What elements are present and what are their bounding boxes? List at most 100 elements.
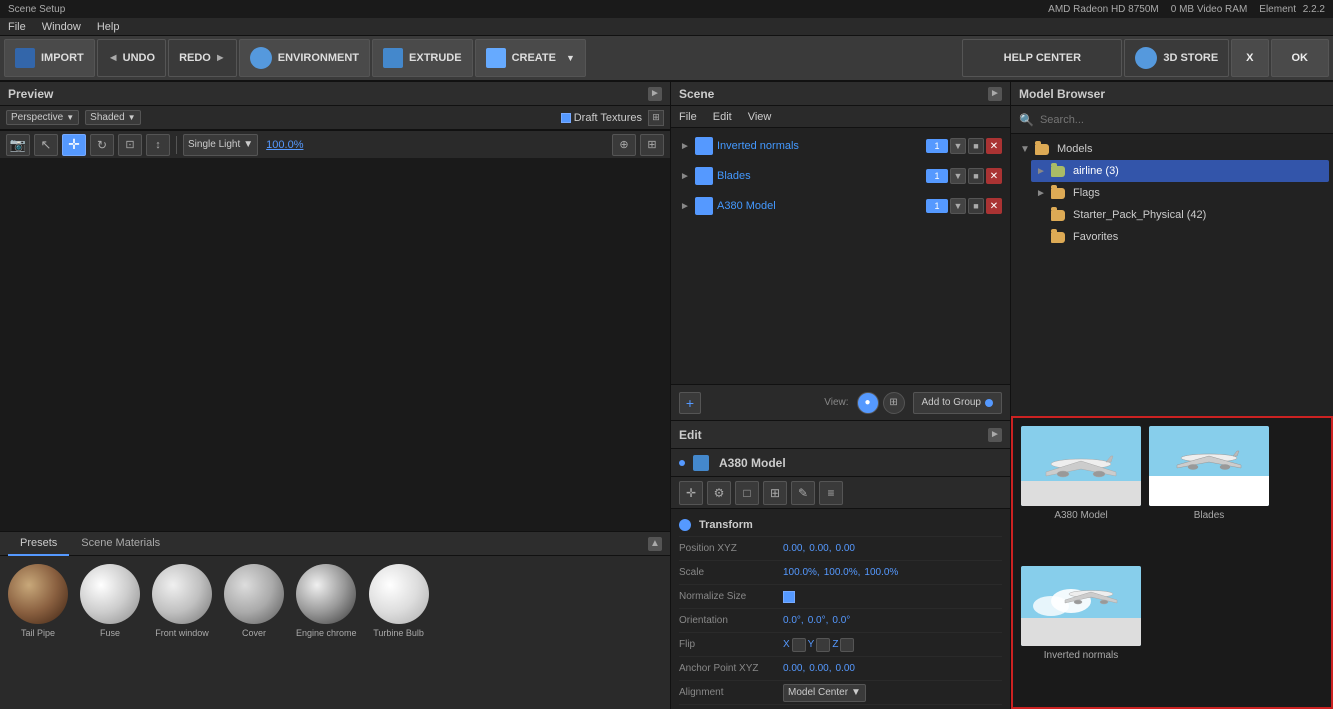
transform-position-y[interactable]: 0.00, [809,543,831,554]
scene-item-a380model[interactable]: ► A380 Model 1 ▼ ■ ✕ [675,192,1006,220]
environment-button[interactable]: ENVIRONMENT [239,39,370,77]
light-dropdown[interactable]: Single Light ▼ [183,134,258,156]
thumbnail-blades[interactable]: Blades [1149,426,1269,559]
transform-orientation-z[interactable]: 0.0° [832,615,850,626]
menu-help[interactable]: Help [97,21,120,33]
scene-item-icon-a380 [695,197,713,215]
transform-move-button[interactable]: ✛ [679,481,703,505]
transform-scale-x[interactable]: 100.0%, [783,567,820,578]
material-item-tailpipe[interactable]: Tail Pipe [8,564,68,638]
transform-scale-y[interactable]: 100.0%, [824,567,861,578]
transform2-button[interactable]: ↕ [146,134,170,156]
scene-item-blades[interactable]: ► Blades 1 ▼ ■ ✕ [675,162,1006,190]
viewport-maximize-button[interactable]: ⊞ [648,110,664,126]
transform-anchor-x[interactable]: 0.00, [783,663,805,674]
tree-item-models[interactable]: ▼ Models [1015,138,1329,160]
transform-orientation-x[interactable]: 0.0°, [783,615,804,626]
scene-view-circle-button[interactable]: ● [857,392,879,414]
scene-item-remove-a380[interactable]: ✕ [986,198,1002,214]
material-item-enginechrome[interactable]: Engine chrome [296,564,357,638]
transform-group-button[interactable]: ⊞ [763,481,787,505]
flip-z-btn[interactable] [840,638,854,652]
transform-edit-button[interactable]: ✎ [791,481,815,505]
thumbnail-invertednormals[interactable]: Inverted normals [1021,566,1141,699]
undo-button[interactable]: ◄ UNDO [97,39,166,77]
scene-menu-view[interactable]: View [748,111,772,123]
x-button[interactable]: X [1231,39,1268,77]
extrude-button[interactable]: EXTRUDE [372,39,473,77]
menu-window[interactable]: Window [42,21,81,33]
move-button[interactable]: ✛ [62,134,86,156]
scene-item-remove-blades[interactable]: ✕ [986,168,1002,184]
material-item-cover[interactable]: Cover [224,564,284,638]
layout-button[interactable]: ⊞ [640,134,664,156]
material-item-fuse[interactable]: Fuse [80,564,140,638]
transform-settings-button[interactable]: ≡ [819,481,843,505]
add-to-group-button[interactable]: Add to Group [913,392,1002,414]
tree-item-favorites[interactable]: Favorites [1031,226,1329,248]
flip-x-btn[interactable] [792,638,806,652]
menu-file[interactable]: File [8,21,26,33]
zoom-level[interactable]: 100.0% [266,139,303,151]
search-input[interactable] [1040,114,1325,126]
material-item-frontwindow[interactable]: Front window [152,564,212,638]
scene-menu-edit[interactable]: Edit [713,111,732,123]
transform-position-z[interactable]: 0.00 [836,543,855,554]
redo-button[interactable]: REDO ► [168,39,237,77]
import-button[interactable]: IMPORT [4,39,95,77]
scale-button[interactable]: ⊡ [118,134,142,156]
perspective-dropdown[interactable]: Perspective ▼ [6,110,79,125]
camera-button[interactable]: 📷 [6,134,30,156]
scene-menu-file[interactable]: File [679,111,697,123]
extrude-icon [383,48,403,68]
tree-expand-flags[interactable]: ► [1035,187,1047,199]
scene-item-expand-blades[interactable]: ► [679,170,691,182]
transform-anchor-y[interactable]: 0.00, [809,663,831,674]
material-label-tailpipe: Tail Pipe [21,628,55,638]
transform-box-button[interactable]: □ [735,481,759,505]
scene-materials-tab[interactable]: Scene Materials [69,532,172,556]
scene-item-down-invertednormals[interactable]: ▼ [950,138,966,154]
presets-collapse-button[interactable]: ▲ [648,537,662,551]
presets-tab[interactable]: Presets [8,532,69,556]
transform-scale-z[interactable]: 100.0% [864,567,898,578]
create-button[interactable]: CREATE ▼ [475,39,586,77]
ok-button[interactable]: OK [1271,39,1330,77]
material-item-turbinebulb[interactable]: Turbine Bulb [369,564,429,638]
transform-position-x[interactable]: 0.00, [783,543,805,554]
flip-y-btn[interactable] [816,638,830,652]
scene-item-hide-blades[interactable]: ■ [968,168,984,184]
3dstore-button[interactable]: 3D STORE [1124,39,1229,77]
tree-item-airline[interactable]: ► airline (3) [1031,160,1329,182]
scene-item-remove-invertednormals[interactable]: ✕ [986,138,1002,154]
scene-item-hide-a380[interactable]: ■ [968,198,984,214]
tree-expand-airline[interactable]: ► [1035,165,1047,177]
scene-collapse-button[interactable]: ► [988,87,1002,101]
scene-add-button[interactable]: + [679,392,701,414]
rotate-button[interactable]: ↻ [90,134,114,156]
scene-item-hide-invertednormals[interactable]: ■ [968,138,984,154]
scene-item-expand-invertednormals[interactable]: ► [679,140,691,152]
help-center-button[interactable]: HELP CENTER [962,39,1122,77]
preview-collapse-button[interactable]: ► [648,87,662,101]
draft-textures-checkbox[interactable] [561,113,571,123]
scene-item-expand-a380[interactable]: ► [679,200,691,212]
scene-item-invertednormals[interactable]: ► Inverted normals 1 ▼ ■ ✕ [675,132,1006,160]
transform-gear-button[interactable]: ⚙ [707,481,731,505]
edit-collapse-button[interactable]: ► [988,428,1002,442]
tree-expand-models[interactable]: ▼ [1019,143,1031,155]
transform-orientation-y[interactable]: 0.0°, [808,615,829,626]
tree-item-flags[interactable]: ► Flags [1031,182,1329,204]
tree-folder-icon-models [1035,144,1049,155]
scene-view-expand-button[interactable]: ⊞ [883,392,905,414]
normalize-checkbox[interactable] [783,591,795,603]
thumbnail-a380model[interactable]: A380 Model [1021,426,1141,559]
select-button[interactable]: ↖ [34,134,58,156]
crosshair-button[interactable]: ⊕ [612,134,636,156]
shaded-dropdown[interactable]: Shaded ▼ [85,110,140,125]
scene-item-down-a380[interactable]: ▼ [950,198,966,214]
transform-anchor-z[interactable]: 0.00 [836,663,855,674]
scene-item-down-blades[interactable]: ▼ [950,168,966,184]
alignment-combo[interactable]: Model Center ▼ [783,684,866,702]
tree-item-starter[interactable]: Starter_Pack_Physical (42) [1031,204,1329,226]
